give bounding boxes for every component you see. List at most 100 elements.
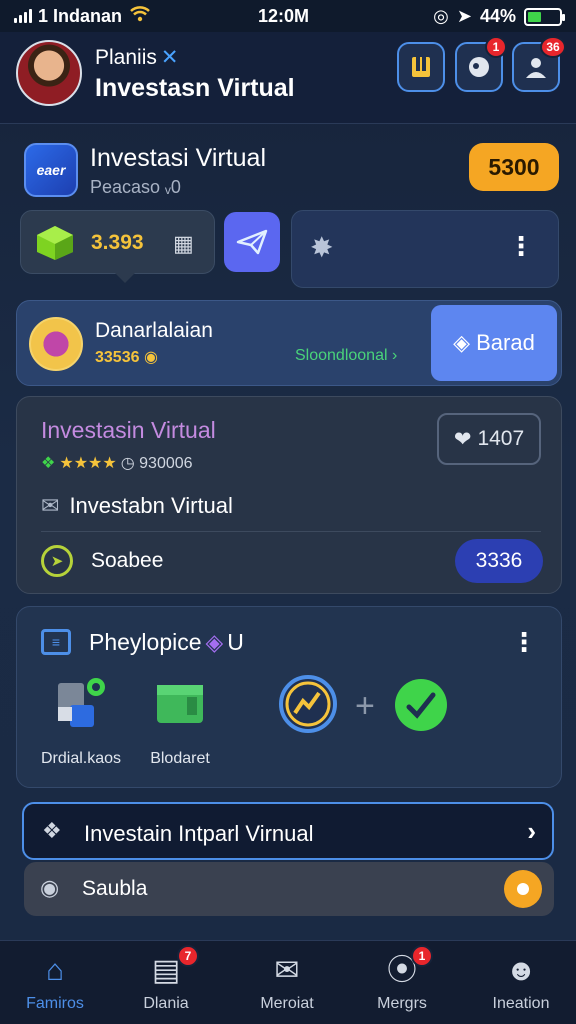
user-icon: ☻: [505, 954, 537, 987]
nav-item-documents[interactable]: ▤ 7 Dlania: [111, 945, 221, 1013]
list-item[interactable]: ◉ Saubla: [24, 862, 554, 916]
promo-amount-value: 33536: [95, 349, 140, 366]
plus-icon: +: [355, 687, 375, 725]
product-item-label: Drdial.kaos: [41, 750, 122, 767]
promo-action-button[interactable]: ◈ Barad: [431, 305, 557, 381]
tag-icon: ◈: [453, 330, 471, 355]
puzzle-icon: ❖: [42, 818, 62, 843]
trash-bin-icon: [58, 678, 106, 727]
user-name-row: Planiis ✕: [95, 45, 178, 70]
grid-icon: ▦: [173, 231, 194, 256]
gem-icon: [37, 226, 73, 260]
wallet-icon: [412, 57, 430, 77]
status-bar: 1 Indanan 12:0M ◎ ➤ 44%: [0, 0, 576, 32]
chat-badge: 1: [485, 36, 507, 58]
nav-item-label: Mergrs: [377, 995, 427, 1012]
nav-badge: 1: [411, 945, 433, 967]
send-button[interactable]: [224, 212, 280, 272]
nav-item-profile[interactable]: ☻ Ineation: [466, 951, 576, 1013]
nav-item-label: Ineation: [492, 995, 550, 1012]
likes-count-button[interactable]: ❤ 1407: [437, 413, 541, 465]
location-icon: ➤: [456, 6, 472, 26]
bottom-navigation: ⌂ Famiros ▤ 7 Dlania ✉ Meroiat ⦿ 1 Mergrs …: [0, 940, 576, 1024]
list-icon: ≡: [41, 629, 71, 655]
product-items: Drdial.kaos Blodaret +: [41, 673, 461, 773]
leaf-icon: ❖: [41, 455, 56, 472]
clock-icon: ◷: [120, 455, 135, 472]
user-name: Planiis: [95, 46, 157, 69]
likes-count: 1407: [477, 427, 525, 450]
promo-link[interactable]: Sloondloonal ›: [295, 347, 397, 365]
alarm-icon: ◎: [433, 6, 449, 26]
chat-button[interactable]: 1: [455, 36, 507, 92]
rating-value: 930006: [139, 455, 193, 472]
investment-card[interactable]: Investasin Virtual ❖ ★★★★ ◷ 930006 ❤ 1407 ✉…: [16, 396, 562, 594]
message-row[interactable]: ✉ Investabn Virtual: [41, 493, 233, 519]
more-options-icon[interactable]: ⋮: [511, 629, 537, 655]
chat-icon: [469, 57, 489, 77]
product-title-label: Pheylopice: [89, 629, 202, 655]
wifi-icon: [130, 5, 150, 27]
nav-item-explore[interactable]: ⦿ 1 Mergrs: [347, 945, 457, 1013]
app-logo-icon: eaer: [24, 143, 78, 197]
more-options-icon[interactable]: ⋮: [508, 233, 534, 259]
carrier-label: 1 Indanan: [38, 5, 123, 26]
coin-balance-pill[interactable]: 5300: [469, 143, 559, 191]
balance-box[interactable]: 3.393 ▦: [20, 210, 215, 283]
page-title: Investasn Virtual: [95, 74, 295, 102]
gift-icon: [29, 317, 83, 371]
promo-banner[interactable]: Danarlalaian 33536 ◉ Sloondloonal › ◈ Bar…: [16, 300, 562, 386]
compass-icon: ⦿ 1: [347, 945, 457, 991]
investment-link-button[interactable]: ❖ Investain Intparl Virnual ›: [22, 802, 554, 860]
record-icon[interactable]: [504, 870, 542, 908]
mail-icon: ✉: [41, 493, 60, 518]
chart-badge-icon[interactable]: [277, 673, 339, 735]
home-icon: ⌂: [45, 954, 65, 987]
chevron-right-icon: ›: [391, 347, 398, 364]
product-item[interactable]: Drdial.kaos: [41, 673, 121, 768]
status-value-pill[interactable]: 3336: [455, 539, 543, 583]
battery-percent: 44%: [479, 6, 516, 26]
product-title-suffix: U: [227, 629, 244, 655]
leaf-ring-icon: ➤: [41, 545, 73, 577]
status-row-label: Soabee: [91, 549, 164, 572]
message-row-label: Investabn Virtual: [69, 493, 233, 518]
location-pin-icon: ◉: [40, 875, 60, 900]
nav-item-home[interactable]: ⌂ Famiros: [0, 951, 110, 1013]
close-icon[interactable]: ✕: [161, 46, 179, 69]
box-icon: [157, 685, 203, 723]
nav-item-label: Meroiat: [260, 995, 314, 1012]
product-card-title: Pheylopice ◈ U: [89, 629, 244, 656]
product-item[interactable]: Blodaret: [149, 673, 211, 768]
nav-badge: 7: [177, 945, 199, 967]
profile-button[interactable]: 36: [512, 36, 566, 92]
product-card: ≡ Pheylopice ◈ U ⋮ Drdial.kaos Blodaret +: [16, 606, 562, 788]
signal-icon: [14, 9, 32, 23]
rating-stars: ★★★★: [59, 455, 117, 472]
avatar[interactable]: [16, 40, 82, 106]
promo-link-label: Sloondloonal: [295, 347, 388, 364]
rating-row: ❖ ★★★★ ◷ 930006: [41, 453, 193, 473]
app-card-subtitle: Peacaso ᵥ0: [90, 177, 181, 197]
app-card-title: Investasi Virtual: [90, 144, 267, 172]
chevron-right-icon: ›: [527, 816, 536, 846]
promo-title: Danarlalaian: [95, 319, 213, 342]
coin-icon: ◉: [143, 349, 158, 366]
investment-card-title: Investasin Virtual: [41, 417, 216, 443]
balance-value: 3.393: [91, 231, 144, 254]
promo-button-label: Barad: [476, 330, 535, 355]
nav-item-label: Dlania: [143, 995, 189, 1012]
product-item-label: Blodaret: [150, 750, 210, 767]
settings-panel[interactable]: ✸ ⋮: [291, 210, 559, 288]
wallet-button[interactable]: [397, 42, 445, 92]
mail-icon: ✉: [274, 954, 300, 987]
gear-badge-icon: ✸: [310, 232, 334, 263]
clock-label: 12:0M: [258, 6, 310, 26]
document-icon: ▤ 7: [111, 945, 221, 991]
nav-item-messages[interactable]: ✉ Meroiat: [232, 951, 342, 1013]
check-badge-icon[interactable]: [393, 677, 449, 733]
heart-icon: ❤: [453, 427, 472, 451]
app-header: Planiis ✕ Investasn Virtual 1 36: [0, 32, 576, 124]
paper-plane-icon: [236, 229, 268, 255]
status-row: ➤ Soabee: [41, 545, 163, 577]
